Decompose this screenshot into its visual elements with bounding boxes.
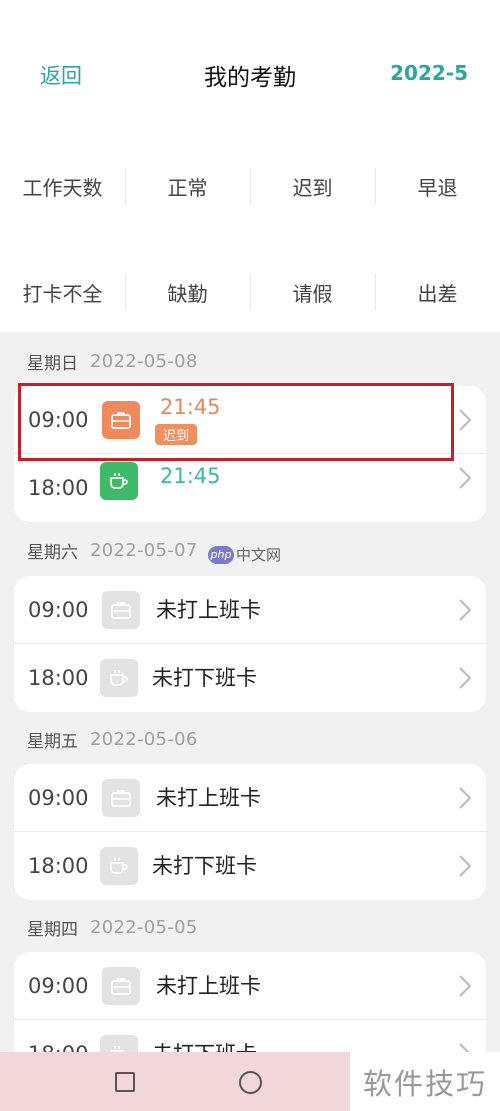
stat-leave[interactable]: 请假 — [250, 262, 375, 322]
watermark-text: 中文网 — [236, 546, 282, 564]
stat-incomplete-punch[interactable]: 打卡不全 — [0, 262, 125, 322]
top-panel: 返回 我的考勤 2022-5 工作天数 正常 迟到 早退 打卡不全 缺勤 请假 … — [0, 0, 500, 332]
stats-row-1: 工作天数 正常 迟到 早退 — [0, 156, 500, 216]
briefcase-icon — [102, 401, 140, 439]
watermark-logo: php — [208, 545, 234, 564]
weekday-label: 星期日 — [27, 353, 78, 374]
stat-absent[interactable]: 缺勤 — [125, 262, 250, 322]
chevron-right-icon — [459, 787, 472, 809]
clock-out-row[interactable]: 18:00 21:45 — [14, 454, 486, 522]
stats-row-2: 打卡不全 缺勤 请假 出差 — [0, 262, 500, 322]
day-header: 星期四 2022-05-05 — [27, 914, 198, 940]
stat-work-days[interactable]: 工作天数 — [0, 156, 125, 216]
chevron-right-icon — [459, 409, 472, 431]
chevron-right-icon — [459, 467, 472, 489]
punch-status: 未打上班卡 — [156, 786, 261, 810]
stat-business-trip[interactable]: 出差 — [375, 262, 500, 322]
home-button[interactable] — [239, 1071, 262, 1094]
clock-in-row[interactable]: 09:00 未打上班卡 — [14, 952, 486, 1020]
stat-early-leave[interactable]: 早退 — [375, 156, 500, 216]
date-label: 2022-05-05 — [90, 916, 198, 938]
chevron-right-icon — [459, 975, 472, 997]
scheduled-time: 18:00 — [28, 666, 89, 690]
punch-status: 未打下班卡 — [152, 854, 257, 878]
clock-out-row[interactable]: 18:00 未打下班卡 — [14, 644, 486, 712]
chevron-right-icon — [459, 855, 472, 877]
punch-status: 未打上班卡 — [156, 974, 261, 998]
watermark: php 中文网 — [208, 544, 281, 565]
clock-in-row[interactable]: 09:00 未打上班卡 — [14, 576, 486, 644]
late-badge: 迟到 — [155, 424, 198, 445]
day-header: 星期日 2022-05-08 — [27, 348, 198, 374]
clock-out-row[interactable]: 18:00 未打下班卡 — [14, 832, 486, 900]
stat-normal[interactable]: 正常 — [125, 156, 250, 216]
chevron-right-icon — [459, 667, 472, 689]
clock-in-row[interactable]: 09:00 21:45 迟到 — [14, 386, 486, 454]
date-label: 2022-05-08 — [90, 350, 198, 372]
brand-watermark: 软件技巧 — [350, 1052, 500, 1111]
weekday-label: 星期六 — [27, 542, 78, 563]
date-label: 2022-05-06 — [90, 728, 198, 750]
weekday-label: 星期四 — [27, 919, 78, 940]
scheduled-time: 09:00 — [28, 974, 89, 998]
punch-status: 未打上班卡 — [156, 598, 261, 622]
date-label: 2022-05-07 — [90, 539, 198, 561]
system-nav-bar — [0, 1052, 350, 1111]
scheduled-time: 18:00 — [28, 854, 89, 878]
stat-late[interactable]: 迟到 — [250, 156, 375, 216]
coffee-cup-icon — [100, 462, 138, 500]
navigation-bar: 返回 我的考勤 2022-5 — [0, 0, 500, 150]
chevron-right-icon — [459, 599, 472, 621]
weekday-label: 星期五 — [27, 731, 78, 752]
punch-status: 未打下班卡 — [152, 666, 257, 690]
day-card: 09:00 21:45 迟到 18:00 21:45 — [14, 386, 486, 522]
month-selector[interactable]: 2022-5 — [390, 61, 468, 85]
scheduled-time: 09:00 — [28, 598, 89, 622]
coffee-cup-icon — [100, 847, 138, 885]
scheduled-time: 09:00 — [28, 786, 89, 810]
coffee-cup-icon — [100, 659, 138, 697]
briefcase-icon — [102, 779, 140, 817]
day-header: 星期六 2022-05-07 — [27, 537, 198, 563]
day-header: 星期五 2022-05-06 — [27, 726, 198, 752]
punch-time: 21:45 — [160, 464, 221, 488]
scheduled-time: 09:00 — [28, 408, 89, 432]
recent-apps-button[interactable] — [115, 1072, 135, 1092]
clock-in-row[interactable]: 09:00 未打上班卡 — [14, 764, 486, 832]
briefcase-icon — [102, 591, 140, 629]
briefcase-icon — [102, 967, 140, 1005]
punch-time: 21:45 — [160, 395, 221, 419]
day-card: 09:00 未打上班卡 18:00 未打下班卡 — [14, 764, 486, 900]
day-card: 09:00 未打上班卡 18:00 未打下班卡 — [14, 576, 486, 712]
scheduled-time: 18:00 — [28, 476, 89, 500]
